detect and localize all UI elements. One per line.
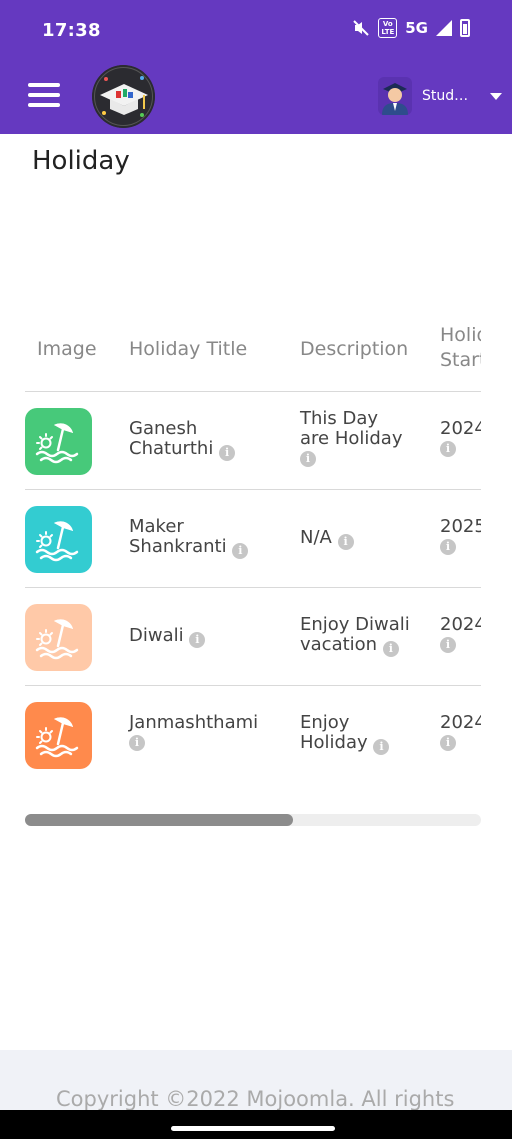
holiday-title: Maker Shankranti i xyxy=(129,516,249,559)
page-title: Holiday xyxy=(32,146,130,176)
beach-umbrella-icon xyxy=(35,619,79,660)
info-icon[interactable]: i xyxy=(232,543,249,559)
info-icon[interactable]: i xyxy=(300,451,316,467)
holiday-start-text: 2024 xyxy=(440,712,481,733)
holiday-start: 2024 i xyxy=(440,615,481,653)
info-icon[interactable]: i xyxy=(373,739,390,755)
status-bar: 17:38 Vo LTE 5G xyxy=(0,0,512,60)
table-header: Image Holiday Title Description Holiday … xyxy=(25,312,481,392)
holiday-table[interactable]: Image Holiday Title Description Holiday … xyxy=(25,312,481,782)
info-icon[interactable]: i xyxy=(189,632,206,648)
holiday-start-text: 2024 xyxy=(440,418,481,439)
mute-vibrate-icon xyxy=(353,20,370,36)
holiday-description-text: Enjoy xyxy=(300,712,350,733)
signal-icon xyxy=(436,20,452,36)
holiday-title-text: Ganesh xyxy=(129,418,198,439)
info-icon[interactable]: i xyxy=(440,539,456,555)
holiday-description-text: are Holiday xyxy=(300,428,403,449)
menu-button[interactable] xyxy=(28,83,60,109)
table-row[interactable]: Janmashthami i Enjoy Holiday i 2024 i xyxy=(25,686,481,782)
holiday-title-text: Chaturthi xyxy=(129,438,214,459)
beach-umbrella-icon xyxy=(35,423,79,464)
home-indicator[interactable] xyxy=(171,1126,335,1131)
info-icon[interactable]: i xyxy=(337,534,354,550)
table-row[interactable]: Diwali i Enjoy Diwali vacation i 2024 i xyxy=(25,588,481,686)
column-header-start: Holiday Start xyxy=(440,324,481,371)
system-nav-bar xyxy=(0,1110,512,1139)
holiday-start-text: 2025 xyxy=(440,516,481,537)
school-logo[interactable] xyxy=(92,65,155,128)
info-icon[interactable]: i xyxy=(440,441,456,457)
student-avatar-icon xyxy=(378,77,412,115)
holiday-image xyxy=(25,506,92,573)
hamburger-icon-line xyxy=(28,83,60,87)
holiday-description-text: vacation xyxy=(300,634,378,655)
table-row[interactable]: Maker Shankranti i N/A i 2025 i xyxy=(25,490,481,588)
avatar xyxy=(378,77,412,115)
app-bar: Student xyxy=(0,60,512,134)
holiday-image xyxy=(25,604,92,671)
horizontal-scrollbar[interactable] xyxy=(25,814,481,826)
volte-icon: Vo LTE xyxy=(378,18,398,38)
status-icons: Vo LTE 5G xyxy=(352,18,470,38)
info-icon[interactable]: i xyxy=(440,637,456,653)
footer: Copyright ©2022 Mojoomla. All rights xyxy=(0,1050,512,1110)
status-time: 17:38 xyxy=(42,20,101,41)
hamburger-icon-line xyxy=(28,93,60,97)
info-icon[interactable]: i xyxy=(382,641,399,657)
beach-umbrella-icon xyxy=(35,717,79,758)
graduation-cap-icon xyxy=(92,65,155,128)
network-type: 5G xyxy=(405,19,428,37)
info-icon[interactable]: i xyxy=(219,445,236,461)
holiday-image xyxy=(25,408,92,475)
holiday-description: This Day are Holiday i xyxy=(300,409,403,467)
holiday-description: Enjoy Diwali vacation i xyxy=(300,615,410,657)
holiday-description-text: Holiday xyxy=(300,732,368,753)
holiday-start: 2024 i xyxy=(440,419,481,457)
holiday-description-text: Enjoy Diwali xyxy=(300,614,410,635)
scrollbar-thumb[interactable] xyxy=(25,814,293,826)
info-icon[interactable]: i xyxy=(440,735,456,751)
holiday-title-text: Janmashthami xyxy=(129,712,259,733)
holiday-title-text: Maker xyxy=(129,516,184,537)
user-name: Student xyxy=(422,88,476,104)
holiday-description-text: N/A xyxy=(300,527,332,548)
holiday-image xyxy=(25,702,92,769)
holiday-title: Ganesh Chaturthi i xyxy=(129,418,236,461)
beach-umbrella-icon xyxy=(35,521,79,562)
holiday-description: N/A i xyxy=(300,528,354,550)
column-header-image: Image xyxy=(37,338,97,360)
holiday-start-text: 2024 xyxy=(440,614,481,635)
holiday-start: 2024 i xyxy=(440,713,481,751)
hamburger-icon-line xyxy=(28,103,60,107)
holiday-description-text: This Day xyxy=(300,408,379,429)
battery-icon xyxy=(460,19,470,37)
holiday-title: Janmashthami i xyxy=(129,713,258,751)
holiday-title: Diwali i xyxy=(129,625,206,648)
user-menu[interactable]: Student xyxy=(378,77,502,115)
copyright-text: Copyright ©2022 Mojoomla. All rights xyxy=(56,1087,455,1110)
dropdown-arrow-icon xyxy=(490,92,502,100)
holiday-title-text: Diwali xyxy=(129,625,184,646)
column-header-description: Description xyxy=(300,338,409,360)
holiday-start: 2025 i xyxy=(440,517,481,555)
holiday-title-text: Shankranti xyxy=(129,536,227,557)
holiday-description: Enjoy Holiday i xyxy=(300,712,390,755)
column-header-title: Holiday Title xyxy=(129,338,248,360)
info-icon[interactable]: i xyxy=(129,735,145,751)
table-row[interactable]: Ganesh Chaturthi i This Day are Holiday … xyxy=(25,392,481,490)
